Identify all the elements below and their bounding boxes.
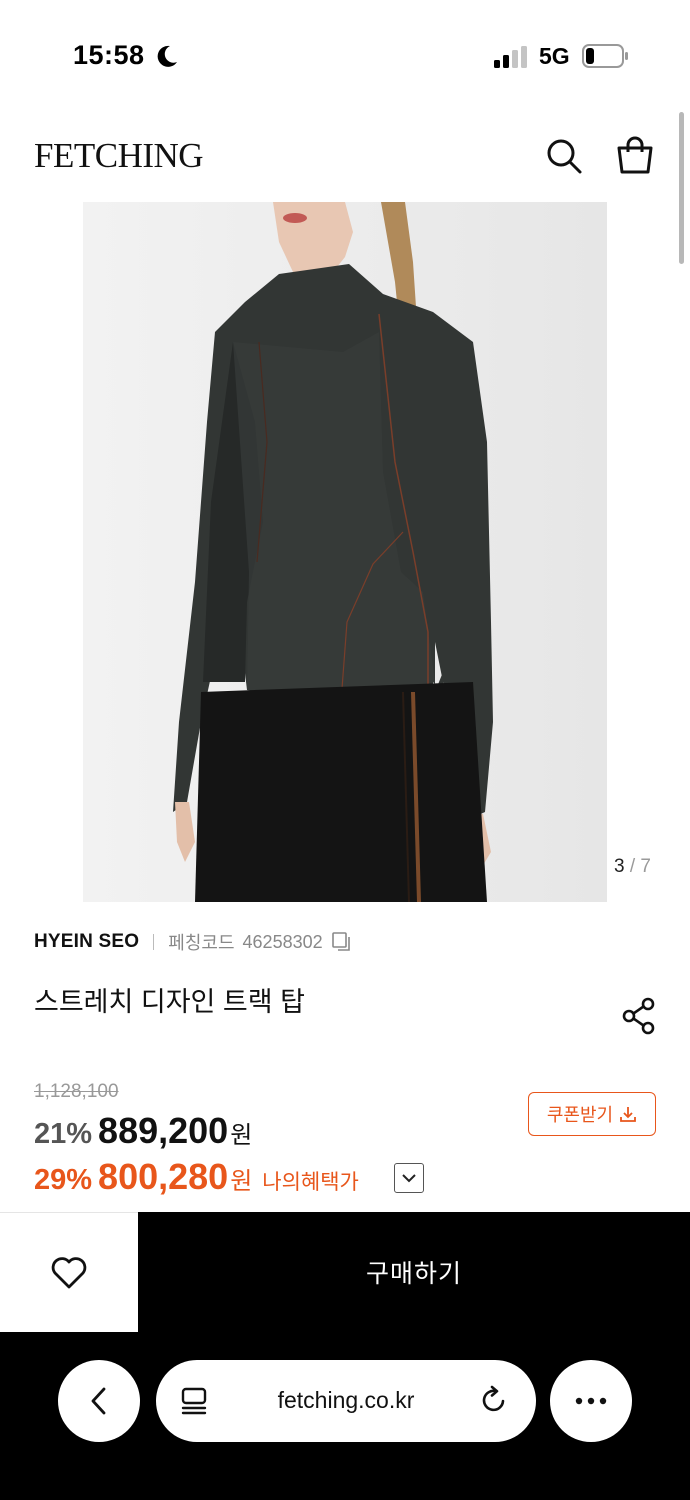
shopping-bag-icon[interactable]	[614, 134, 656, 176]
browser-toolbar: fetching.co.kr	[0, 1332, 690, 1500]
search-icon[interactable]	[544, 136, 584, 176]
back-icon	[91, 1387, 106, 1415]
my-benefit-label: 나의혜택가	[262, 1171, 359, 1194]
original-price: 1,128,100	[34, 1081, 119, 1102]
site-logo[interactable]: FETCHING	[34, 136, 204, 176]
back-button[interactable]	[58, 1360, 140, 1442]
brand-name[interactable]: HYEIN SEO	[34, 931, 139, 953]
model-photo	[83, 202, 607, 902]
purchase-bar: 구매하기	[0, 1212, 690, 1332]
divider	[153, 934, 155, 950]
copy-icon[interactable]	[331, 931, 353, 953]
sale-discount: 21%	[34, 1118, 93, 1150]
network-label: 5G	[539, 43, 570, 69]
image-counter-separator: /	[629, 856, 636, 877]
chevron-down-icon	[402, 1174, 416, 1183]
wishlist-button[interactable]	[0, 1212, 138, 1332]
more-button[interactable]	[550, 1360, 632, 1442]
brand-row: HYEIN SEO 페칭코드 46258302	[34, 930, 353, 954]
share-icon[interactable]	[620, 996, 658, 1036]
product-code-value: 46258302	[242, 931, 323, 952]
status-bar: 15:58 5G	[0, 0, 690, 110]
battery-icon	[582, 44, 628, 68]
benefit-discount: 29%	[34, 1164, 93, 1196]
benefit-expand-button[interactable]	[394, 1163, 424, 1193]
coupon-button[interactable]: 쿠폰받기	[528, 1092, 656, 1136]
sale-price: 889,200	[98, 1110, 229, 1151]
coupon-label: 쿠폰받기	[546, 1105, 614, 1125]
product-image[interactable]	[83, 202, 607, 902]
product-code-label: 페칭코드	[168, 933, 235, 953]
scrollbar[interactable]	[679, 112, 684, 264]
buy-button[interactable]: 구매하기	[138, 1212, 690, 1332]
buy-button-label: 구매하기	[365, 1260, 462, 1288]
moon-icon	[157, 45, 177, 67]
heart-icon	[51, 1256, 87, 1288]
benefit-price-row: 29% 800,280 원 나의혜택가	[34, 1156, 359, 1198]
sale-price-currency: 원	[230, 1122, 253, 1149]
image-counter-current: 3	[614, 856, 625, 877]
sale-price-row: 21% 889,200 원	[34, 1110, 252, 1152]
image-counter-total: 7	[640, 856, 651, 877]
signal-icon	[494, 46, 527, 68]
address-bar[interactable]: fetching.co.kr	[156, 1360, 536, 1442]
site-header: FETCHING	[0, 120, 690, 195]
reload-icon[interactable]	[478, 1384, 510, 1416]
status-time: 15:58	[73, 40, 145, 70]
benefit-price-currency: 원	[230, 1168, 253, 1195]
more-icon	[575, 1397, 607, 1405]
image-counter: 3 / 7	[614, 856, 651, 878]
download-icon	[620, 1107, 637, 1122]
product-title: 스트레치 디자인 트랙 탑	[34, 987, 305, 1017]
benefit-price: 800,280	[98, 1156, 229, 1197]
